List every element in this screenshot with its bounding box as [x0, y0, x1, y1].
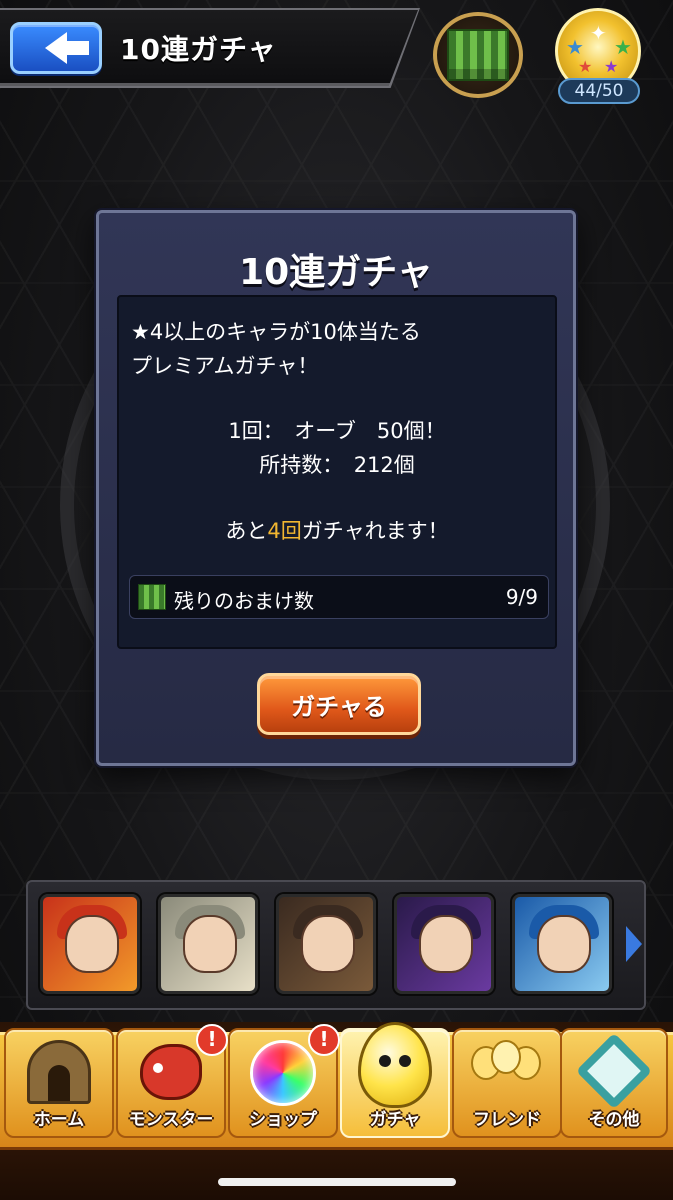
dialog-title: 10連ガチャ — [239, 252, 433, 293]
character-face — [301, 915, 355, 973]
bonus-box-button[interactable] — [433, 12, 523, 98]
monster-icon — [140, 1044, 202, 1100]
star-icon: ★ — [578, 57, 593, 76]
gacha-description: ★4以上のキャラが10体当たる プレミアムガチャ！ — [131, 315, 421, 383]
character-tile[interactable] — [40, 894, 140, 994]
remaining-count: 4回 — [267, 519, 302, 543]
gacha-dialog: 10連ガチャ ★4以上のキャラが10体当たる プレミアムガチャ！ 1回： オーブ… — [96, 210, 576, 766]
nav-label: その他 — [588, 1110, 640, 1130]
character-face — [65, 915, 119, 973]
nav-label: ガチャ — [369, 1110, 421, 1130]
stamina-count: 44/50 — [558, 78, 640, 104]
nav-shop[interactable]: ! ショップ — [228, 1024, 340, 1138]
other-icon — [575, 1032, 653, 1110]
featured-character-strip — [26, 880, 646, 1010]
nav-label: モンスター — [128, 1110, 214, 1130]
alert-badge: ! — [196, 1024, 228, 1056]
description-line: プレミアムガチャ！ — [131, 354, 319, 378]
bonus-label: 残りのおまけ数 — [174, 589, 314, 613]
character-tile[interactable] — [394, 894, 494, 994]
nav-home[interactable]: ホーム — [4, 1028, 114, 1138]
friend-balloons-icon — [471, 1040, 543, 1102]
remaining-suffix: ガチャれます！ — [301, 519, 449, 543]
nav-label: ショップ — [249, 1110, 317, 1130]
home-gate-icon — [27, 1040, 91, 1104]
character-tile[interactable] — [276, 894, 376, 994]
green-box-icon — [138, 584, 166, 610]
nav-label: ホーム — [33, 1110, 85, 1130]
remaining-prefix: あと — [225, 519, 268, 543]
alert-badge: ! — [308, 1024, 340, 1056]
info-panel: ★4以上のキャラが10体当たる プレミアムガチャ！ 1回： オーブ 50個！ 所… — [117, 295, 557, 649]
remaining-draws-line: あと4回ガチャれます！ — [119, 515, 555, 545]
orb-icon — [250, 1040, 316, 1106]
bonus-row: 残りのおまけ数 9/9 — [129, 575, 549, 619]
gacha-button[interactable]: ガチャる — [257, 673, 421, 735]
nav-gacha[interactable]: ガチャ — [340, 1022, 450, 1138]
bonus-value: 9/9 — [505, 585, 538, 609]
character-face — [419, 915, 473, 973]
star-icon: ★ — [604, 57, 619, 76]
cost-line: 1回： オーブ 50個！ — [228, 419, 446, 443]
owned-orbs-line: 所持数： 212個 — [259, 453, 415, 477]
star-icon: ★ — [566, 35, 584, 59]
nav-label: フレンド — [473, 1110, 541, 1130]
description-line: ★4以上のキャラが10体当たる — [131, 320, 421, 344]
back-button[interactable] — [10, 22, 102, 74]
home-indicator — [218, 1178, 456, 1186]
character-tile[interactable] — [158, 894, 258, 994]
gacha-egg-icon — [358, 1022, 432, 1108]
character-face — [537, 915, 591, 973]
page-title: 10連ガチャ — [120, 33, 277, 66]
star-icon: ✦ — [590, 21, 607, 45]
character-face — [183, 915, 237, 973]
back-arrow-icon — [45, 32, 89, 64]
character-tile[interactable] — [512, 894, 612, 994]
nav-friend[interactable]: フレンド — [452, 1028, 562, 1138]
nav-other[interactable]: その他 — [560, 1028, 668, 1138]
green-box-icon — [447, 29, 509, 81]
strip-next-icon[interactable] — [626, 926, 642, 962]
star-icon: ★ — [614, 35, 632, 59]
nav-monster[interactable]: ! モンスター — [116, 1024, 228, 1138]
